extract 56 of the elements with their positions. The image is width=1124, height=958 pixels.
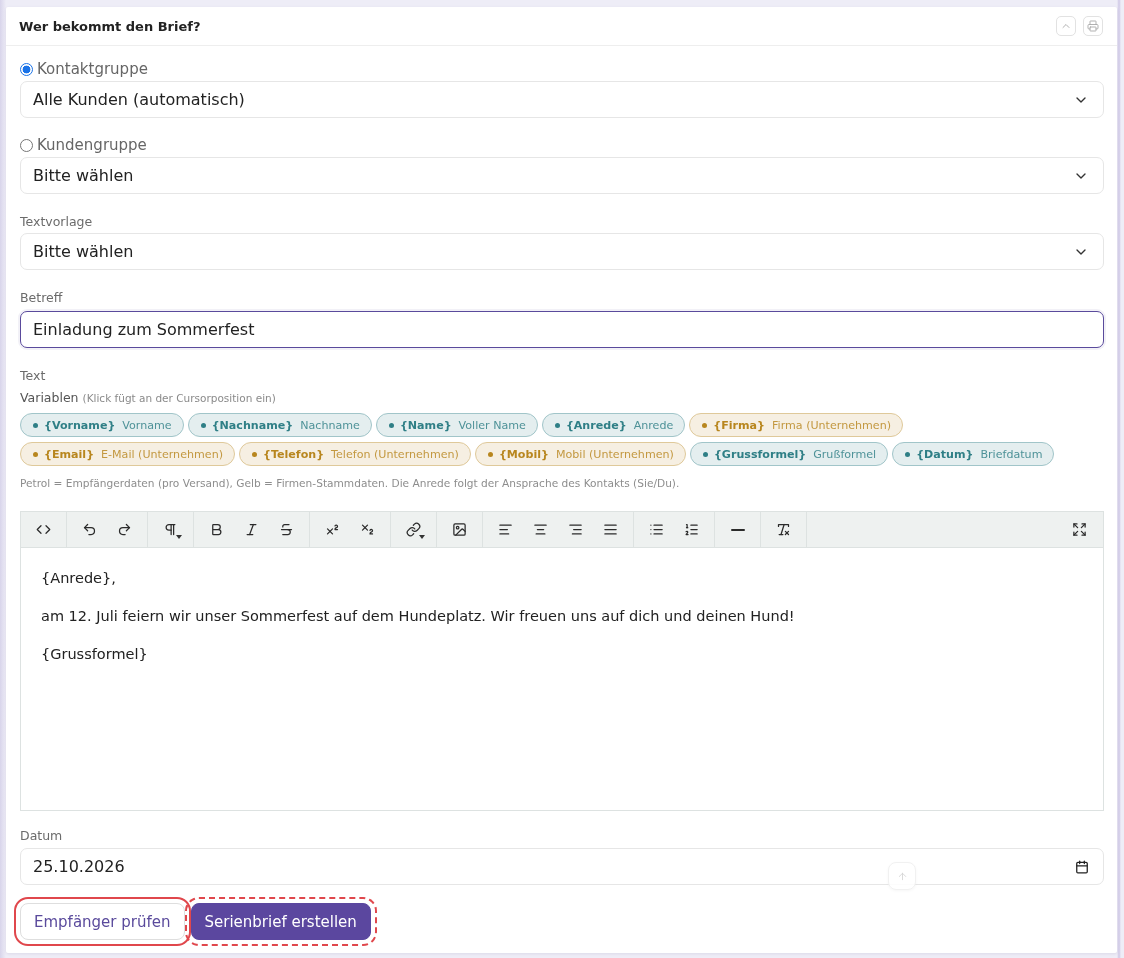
- date-field[interactable]: 25.10.2026: [20, 848, 1104, 885]
- variable-chip[interactable]: {Name} Voller Name: [375, 413, 538, 437]
- variable-chip[interactable]: {Email} E-Mail (Unternehmen): [20, 442, 235, 466]
- variables-hint: (Klick fügt an der Cursorposition ein): [82, 392, 276, 404]
- caret-icon: [176, 535, 182, 539]
- legend-text: Petrol = Empfängerdaten (pro Versand), Gelb = Firmen-Stammdaten. Die Anrede folgt der Ansprache des Kontakts (Sie/Du).: [20, 476, 681, 491]
- calendar-icon: [1075, 859, 1089, 874]
- editor-paragraph: am 12. Juli feiern wir unser Sommerfest auf dem Hundeplatz. Wir freuen uns auf dich und deinen Hund!: [41, 607, 796, 626]
- undo-icon: [82, 522, 97, 537]
- fullscreen-icon: [1072, 522, 1087, 537]
- horizontal-line-icon: [730, 528, 745, 531]
- radio-button[interactable]: [20, 138, 33, 152]
- align-justify-icon: [603, 522, 618, 537]
- printer-icon: [1087, 20, 1099, 32]
- variables-label: Variablen: [20, 390, 79, 405]
- code-icon: [36, 522, 51, 537]
- radio-label: Kundengruppe: [37, 136, 147, 154]
- field-label: Text: [20, 368, 47, 384]
- select-field[interactable]: Bitte wählen: [20, 233, 1104, 270]
- arrow-up-icon: [896, 870, 908, 882]
- bullet-list-icon: [649, 522, 664, 537]
- subscript-icon: [360, 522, 375, 537]
- variable-chip[interactable]: {Anrede} Anrede: [541, 413, 686, 437]
- radio-button[interactable]: [20, 62, 33, 76]
- numbered-list-icon: [684, 522, 699, 537]
- clear-format-icon: [776, 522, 791, 537]
- align-center-icon: [533, 522, 548, 537]
- align-left-icon: [498, 522, 513, 537]
- link-icon: [406, 522, 421, 537]
- variable-chip[interactable]: {Firma} Firma (Unternehmen): [689, 413, 904, 437]
- caret-icon: [419, 535, 425, 539]
- input-field[interactable]: Einladung zum Sommerfest: [20, 311, 1104, 348]
- pilcrow-icon: [163, 522, 178, 537]
- image-icon: [452, 522, 467, 537]
- variable-chip[interactable]: {Grussformel} Grußformel: [689, 442, 889, 466]
- variable-chip[interactable]: {Vorname} Vorname: [20, 413, 184, 437]
- italic-icon: [244, 522, 259, 537]
- editor-text-area[interactable]: {Anrede}, am 12. Juli feiern wir unser Sommerfest auf dem Hundeplatz. Wir freuen uns auf dich und deinen Hund! {Grussformel}: [21, 548, 1103, 810]
- editor-paragraph: {Grussformel}: [41, 645, 149, 664]
- field-label: Datum: [20, 828, 64, 844]
- variable-chip[interactable]: {Mobil} Mobil (Unternehmen): [474, 442, 686, 466]
- radio-label: Kontaktgruppe: [37, 60, 148, 78]
- field-label: Textvorlage: [20, 214, 94, 230]
- field-label: Betreff: [20, 290, 64, 306]
- variable-chip[interactable]: {Nachname} Nachname: [187, 413, 372, 437]
- variable-chip[interactable]: {Telefon} Telefon (Unternehmen): [239, 442, 471, 466]
- align-right-icon: [568, 522, 583, 537]
- superscript-icon: [325, 522, 340, 537]
- editor-paragraph: {Anrede},: [41, 569, 117, 588]
- redo-icon: [117, 522, 132, 537]
- select-field[interactable]: Alle Kunden (automatisch): [20, 81, 1104, 118]
- variable-chip[interactable]: {Datum} Briefdatum: [892, 442, 1055, 466]
- bold-icon: [209, 522, 224, 537]
- strikethrough-icon: [279, 522, 294, 537]
- card-title: Wer bekommt den Brief?: [19, 18, 201, 34]
- select-field[interactable]: Bitte wählen: [20, 157, 1104, 194]
